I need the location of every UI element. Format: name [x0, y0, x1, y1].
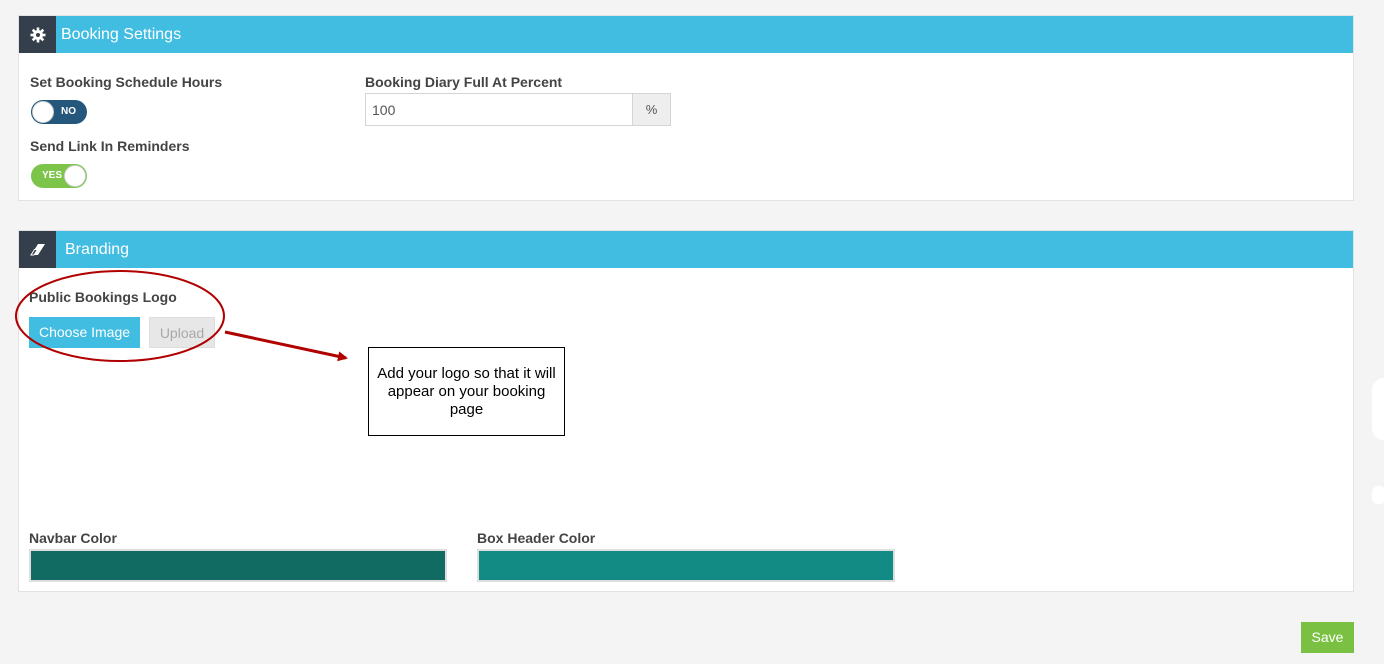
save-button[interactable]: Save [1301, 622, 1354, 653]
navbar-color-label: Navbar Color [29, 530, 117, 546]
logo-label: Public Bookings Logo [29, 289, 177, 305]
diary-full-label: Booking Diary Full At Percent [365, 74, 563, 90]
booking-settings-panel: Booking Settings Set Booking Schedule Ho… [18, 15, 1354, 201]
toggle-state-label: NO [61, 106, 76, 117]
edge-decoration [1372, 486, 1384, 504]
branding-panel: Branding Public Bookings Logo Choose Ima… [18, 230, 1354, 592]
branding-header: Branding [19, 231, 1353, 268]
diary-full-input[interactable] [365, 93, 633, 126]
box-header-color-label: Box Header Color [477, 530, 596, 546]
percent-addon: % [633, 93, 671, 126]
upload-button[interactable]: Upload [149, 317, 215, 348]
schedule-hours-toggle[interactable]: NO [31, 100, 87, 124]
booking-settings-header: Booking Settings [19, 16, 1353, 53]
choose-image-button[interactable]: Choose Image [29, 317, 140, 348]
eraser-icon [19, 231, 56, 268]
annotation-callout: Add your logo so that it will appear on … [368, 347, 565, 436]
gear-icon [19, 16, 56, 53]
branding-title: Branding [65, 241, 130, 258]
send-link-label: Send Link In Reminders [30, 138, 190, 154]
schedule-hours-label: Set Booking Schedule Hours [30, 74, 223, 90]
box-header-color-input[interactable] [477, 549, 895, 582]
navbar-color-input[interactable] [29, 549, 447, 582]
booking-settings-title: Booking Settings [61, 26, 182, 43]
diary-full-input-group: % [365, 93, 671, 126]
toggle-knob [32, 101, 54, 123]
send-link-toggle[interactable]: YES [31, 164, 87, 188]
edge-decoration [1372, 378, 1384, 440]
toggle-state-label: YES [42, 170, 63, 181]
toggle-knob [64, 165, 86, 187]
